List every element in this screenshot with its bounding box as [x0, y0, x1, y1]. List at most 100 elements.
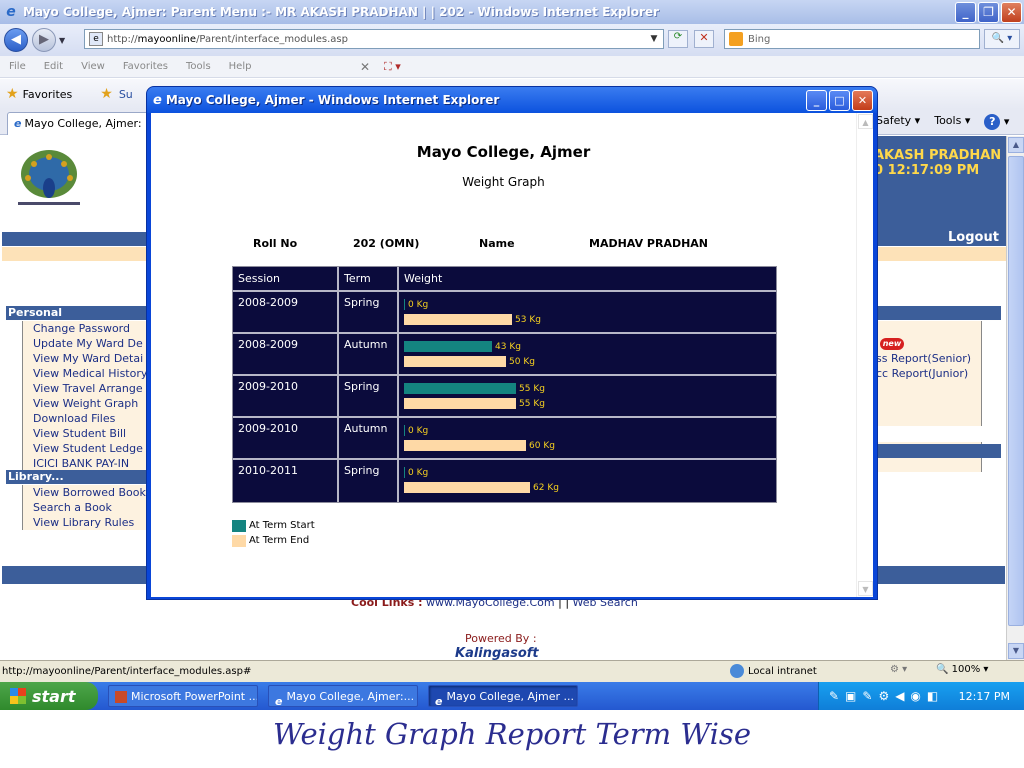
menu-view-borrowed-book[interactable]: View Borrowed Book	[22, 485, 150, 500]
popup-scroll-up-icon[interactable]: ▲	[858, 114, 873, 129]
menu-view-ward-details[interactable]: View My Ward Detai	[22, 351, 150, 366]
tray-icons[interactable]: ✎▣✎⚙◀◉◧	[829, 689, 944, 703]
table-row: 2009-2010 Spring 55 Kg 55 Kg	[233, 376, 776, 418]
menu-change-password[interactable]: Change Password	[22, 321, 150, 336]
weight-label-start: 0 Kg	[408, 425, 429, 436]
popup-close-button[interactable]: ✕	[852, 90, 873, 111]
weight-label-start: 55 Kg	[519, 383, 545, 394]
menu-file[interactable]: File	[9, 61, 26, 72]
popup-minimize-button[interactable]: _	[806, 90, 827, 111]
scroll-thumb[interactable]	[1008, 156, 1024, 626]
popup-scrollbar[interactable]: ▲ ▼	[856, 113, 873, 597]
weight-cell: 0 Kg 60 Kg	[399, 418, 776, 458]
menu-view-library-rules[interactable]: View Library Rules	[22, 515, 150, 530]
tab-ie-icon: e	[14, 117, 22, 130]
address-text: http://mayoonline/Parent/interface_modul…	[107, 33, 348, 45]
library-section-heading: Library...	[6, 470, 149, 484]
weight-bar-end	[404, 356, 506, 367]
scroll-up-icon[interactable]: ▲	[1008, 137, 1024, 153]
menu-view-medical-history[interactable]: View Medical History	[22, 366, 150, 381]
menu-tools[interactable]: Tools	[186, 61, 211, 72]
page-scrollbar[interactable]: ▲ ▼	[1006, 136, 1024, 660]
menu-download-files[interactable]: Download Files	[22, 411, 150, 426]
refresh-button[interactable]: ⟳	[668, 30, 688, 48]
start-button[interactable]: start	[0, 682, 98, 710]
right-row-blank	[870, 457, 982, 472]
tab-mayo-college[interactable]: e Mayo College, Ajmer: Pa	[7, 112, 149, 135]
bing-icon	[729, 32, 743, 46]
menu-view[interactable]: View	[81, 61, 105, 72]
menu-update-ward-details[interactable]: Update My Ward De	[22, 336, 150, 351]
security-zone[interactable]: Local intranet	[730, 664, 817, 678]
close-button[interactable]: ✕	[1001, 2, 1022, 23]
bar-row-end: 50 Kg	[404, 355, 771, 368]
tab-label: Mayo College, Ajmer: Pa	[24, 117, 149, 130]
legend-swatch-start	[232, 519, 246, 532]
ie-task-icon: e	[435, 695, 443, 707]
menu-view-weight-graph[interactable]: View Weight Graph	[22, 396, 150, 411]
weight-label-end: 60 Kg	[529, 440, 555, 451]
weight-table: Session Term Weight 2008-2009 Spring 0 Kg 5…	[232, 266, 777, 503]
minimize-button[interactable]: _	[955, 2, 976, 23]
weight-bar-end	[404, 398, 516, 409]
menu-view-student-ledger[interactable]: View Student Ledge	[22, 441, 150, 456]
popup-maximize-button[interactable]: □	[829, 90, 850, 111]
table-row: 2008-2009 Spring 0 Kg 53 Kg	[233, 292, 776, 334]
clock: 12:17 PM	[958, 689, 1010, 703]
menu-icici-pay-in[interactable]: ICICI BANK PAY-IN	[22, 456, 150, 471]
menu-view-student-bill[interactable]: View Student Bill	[22, 426, 150, 441]
logout-link[interactable]: Logout	[948, 230, 999, 245]
start-label: start	[32, 686, 76, 706]
task-powerpoint[interactable]: Microsoft PowerPoint ...	[108, 685, 258, 707]
zoom-control[interactable]: 🔍 100% ▾	[936, 664, 988, 675]
forward-button[interactable]: ▶	[32, 28, 56, 52]
bar-row-end: 53 Kg	[404, 313, 771, 326]
menu-progress-report-junior[interactable]: cc Report(Junior)	[870, 366, 982, 381]
bar-row-start: 43 Kg	[404, 340, 771, 353]
address-dropdown-icon[interactable]: ▼	[647, 32, 661, 46]
help-menu[interactable]: ? ▾	[984, 114, 1009, 130]
library-menu: View Borrowed Book Search a Book View Li…	[22, 485, 150, 530]
close-toolbar-icon[interactable]: ✕	[360, 60, 370, 74]
address-bar[interactable]: e http://mayoonline/Parent/interface_mod…	[84, 29, 664, 49]
logged-in-user: AKASH PRADHAN	[874, 148, 1002, 163]
menu-help[interactable]: Help	[229, 61, 252, 72]
add-favorite-icon[interactable]: ★	[100, 86, 113, 102]
recent-pages-dropdown-icon[interactable]: ▼	[59, 36, 65, 45]
intranet-globe-icon	[730, 664, 744, 678]
back-button[interactable]: ◀	[4, 28, 28, 52]
table-header-row: Session Term Weight	[233, 267, 776, 292]
term-cell: Spring	[339, 460, 399, 502]
restore-button[interactable]: ❐	[978, 2, 999, 23]
weight-bar-end	[404, 482, 530, 493]
safety-menu[interactable]: Safety ▾	[876, 114, 920, 130]
menu-view-travel[interactable]: View Travel Arrange	[22, 381, 150, 396]
right-row-blank	[870, 381, 982, 396]
legend-term-end: At Term End	[232, 533, 315, 548]
report-subtitle: Weight Graph	[462, 175, 545, 189]
bar-row-start: 0 Kg	[404, 424, 771, 437]
menu-progress-report-senior[interactable]: ss Report(Senior)	[870, 351, 982, 366]
favorites-button[interactable]: Favorites	[23, 88, 73, 101]
menu-search-book[interactable]: Search a Book	[22, 500, 150, 515]
popup-scroll-down-icon[interactable]: ▼	[858, 581, 873, 596]
menu-favorites[interactable]: Favorites	[123, 61, 168, 72]
weight-bar-start	[404, 341, 492, 352]
main-window-title: Mayo College, Ajmer: Parent Menu :- MR A…	[23, 5, 659, 19]
menu-edit[interactable]: Edit	[44, 61, 63, 72]
tools-menu[interactable]: Tools ▾	[934, 114, 970, 130]
task-ie-weight-graph[interactable]: e Mayo College, Ajmer ...	[428, 685, 578, 707]
table-row: 2010-2011 Spring 0 Kg 62 Kg	[233, 460, 776, 502]
term-cell: Spring	[339, 292, 399, 332]
search-box[interactable]: Bing	[724, 29, 980, 49]
task-ie-parent-menu[interactable]: e Mayo College, Ajmer:...	[268, 685, 418, 707]
term-cell: Autumn	[339, 418, 399, 458]
toolbar-tool-icon[interactable]: ⛶ ▾	[384, 60, 401, 74]
stop-button[interactable]: ✕	[694, 30, 714, 48]
protected-mode-icon[interactable]: ⚙ ▾	[890, 664, 907, 675]
suggested-sites-link[interactable]: Su	[119, 88, 133, 101]
search-button[interactable]: 🔍 ▾	[984, 29, 1020, 49]
weight-graph-popup: e Mayo College, Ajmer - Windows Internet…	[146, 86, 878, 600]
status-bar: http://mayoonline/Parent/interface_modul…	[0, 660, 1024, 682]
scroll-down-icon[interactable]: ▼	[1008, 643, 1024, 659]
